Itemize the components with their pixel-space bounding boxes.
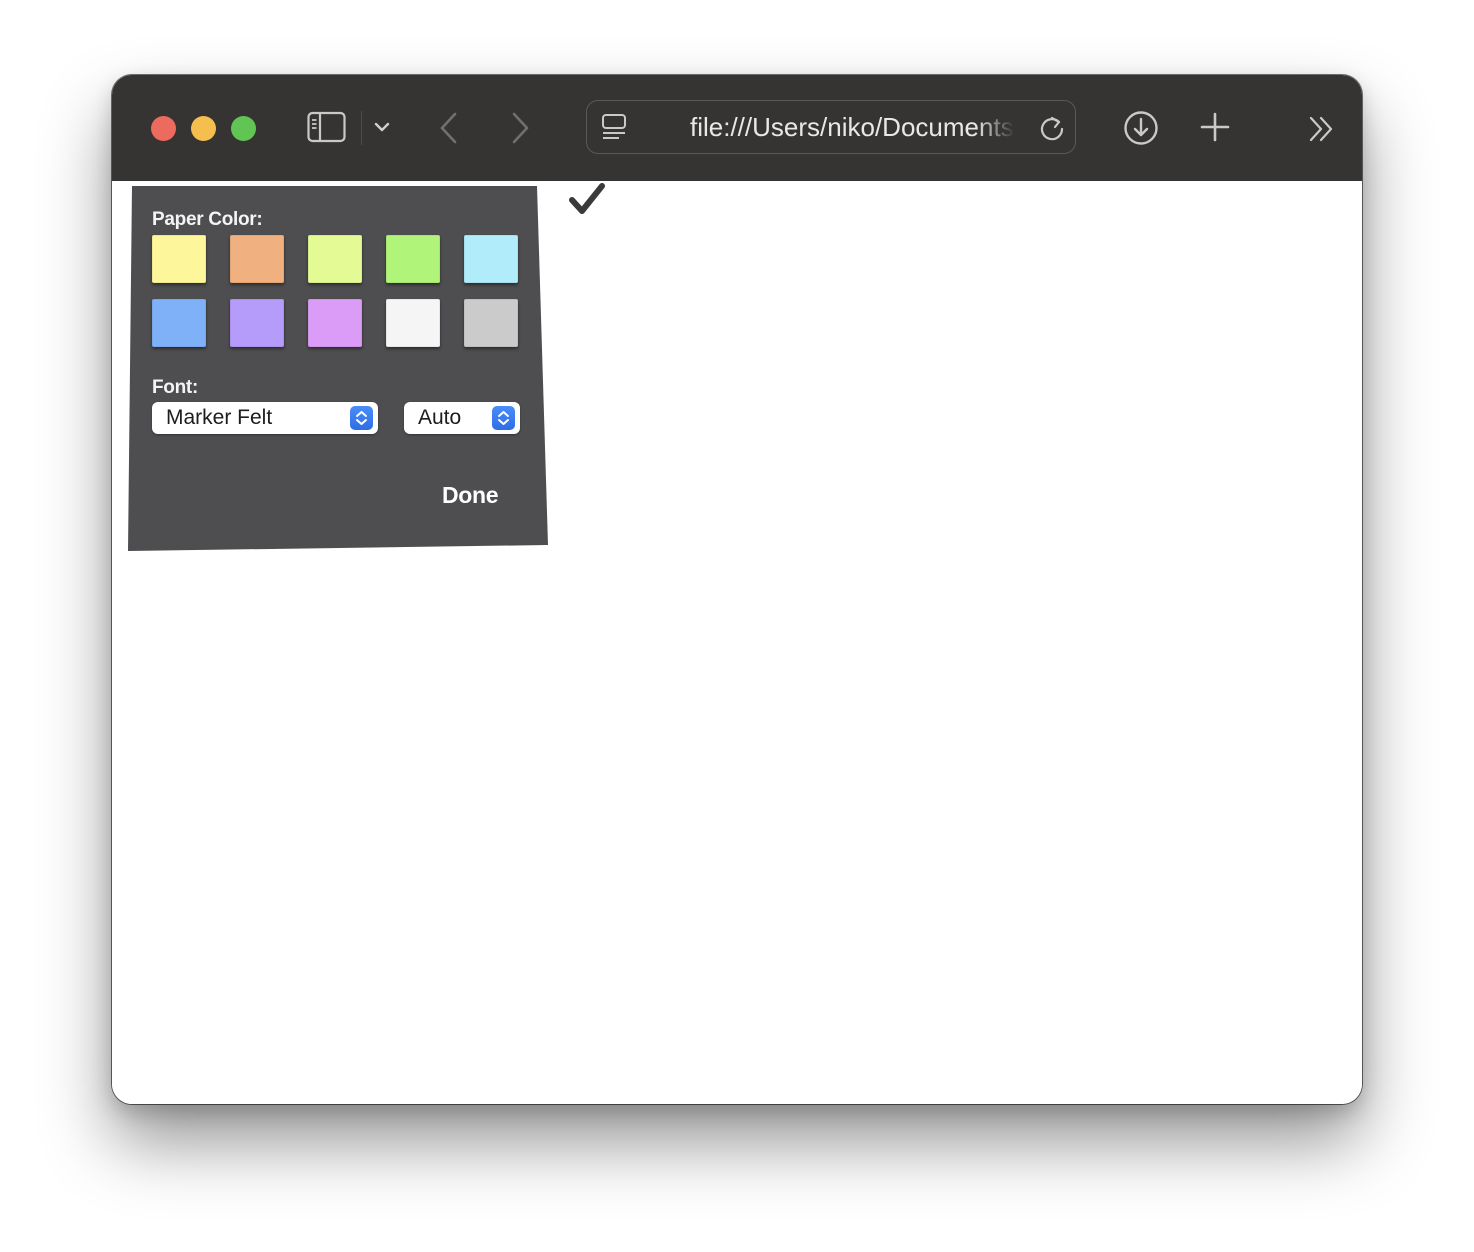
swatch-violet[interactable] [308,299,362,347]
chevron-down-icon[interactable] [374,121,390,133]
sidebar-icon[interactable] [307,111,347,143]
font-select[interactable]: Marker Felt [152,402,378,434]
swatch-green[interactable] [386,235,440,283]
chevrons-right-icon[interactable] [1308,116,1336,142]
page-content: Paper Color: Font: Marker Felt Auto Done [112,181,1362,1104]
font-size-select-value: Auto [418,406,462,429]
note-settings-panel: Paper Color: Font: Marker Felt Auto Done [128,186,548,551]
font-size-select[interactable]: Auto [404,402,520,434]
swatch-blue[interactable] [152,299,206,347]
forward-arrow-icon[interactable] [509,111,531,145]
toolbar-separator [361,111,362,145]
reload-icon[interactable] [1037,114,1067,144]
swatch-gray[interactable] [464,299,518,347]
done-button[interactable]: Done [442,482,499,509]
close-window-button[interactable] [151,116,176,141]
minimize-window-button[interactable] [191,116,216,141]
zoom-window-button[interactable] [231,116,256,141]
checkmark-icon[interactable] [569,183,607,217]
swatch-lime[interactable] [308,235,362,283]
up-down-chevron-icon [350,406,373,430]
url-text[interactable]: file:///Users/niko/Documents/ [690,101,1015,153]
up-down-chevron-icon [492,406,515,430]
address-bar[interactable]: file:///Users/niko/Documents/ [586,100,1076,154]
font-label: Font: [152,377,198,398]
reader-icon[interactable] [601,113,629,143]
browser-window: file:///Users/niko/Documents/ Paper Colo… [112,75,1362,1104]
back-arrow-icon[interactable] [438,111,460,145]
swatch-cyan[interactable] [464,235,518,283]
swatch-yellow[interactable] [152,235,206,283]
swatch-white[interactable] [386,299,440,347]
swatch-orange[interactable] [230,235,284,283]
toolbar: file:///Users/niko/Documents/ [112,75,1362,182]
swatch-purple[interactable] [230,299,284,347]
download-icon[interactable] [1123,110,1159,146]
paper-color-label: Paper Color: [152,209,263,230]
font-select-value: Marker Felt [166,406,273,429]
plus-icon[interactable] [1200,112,1230,142]
